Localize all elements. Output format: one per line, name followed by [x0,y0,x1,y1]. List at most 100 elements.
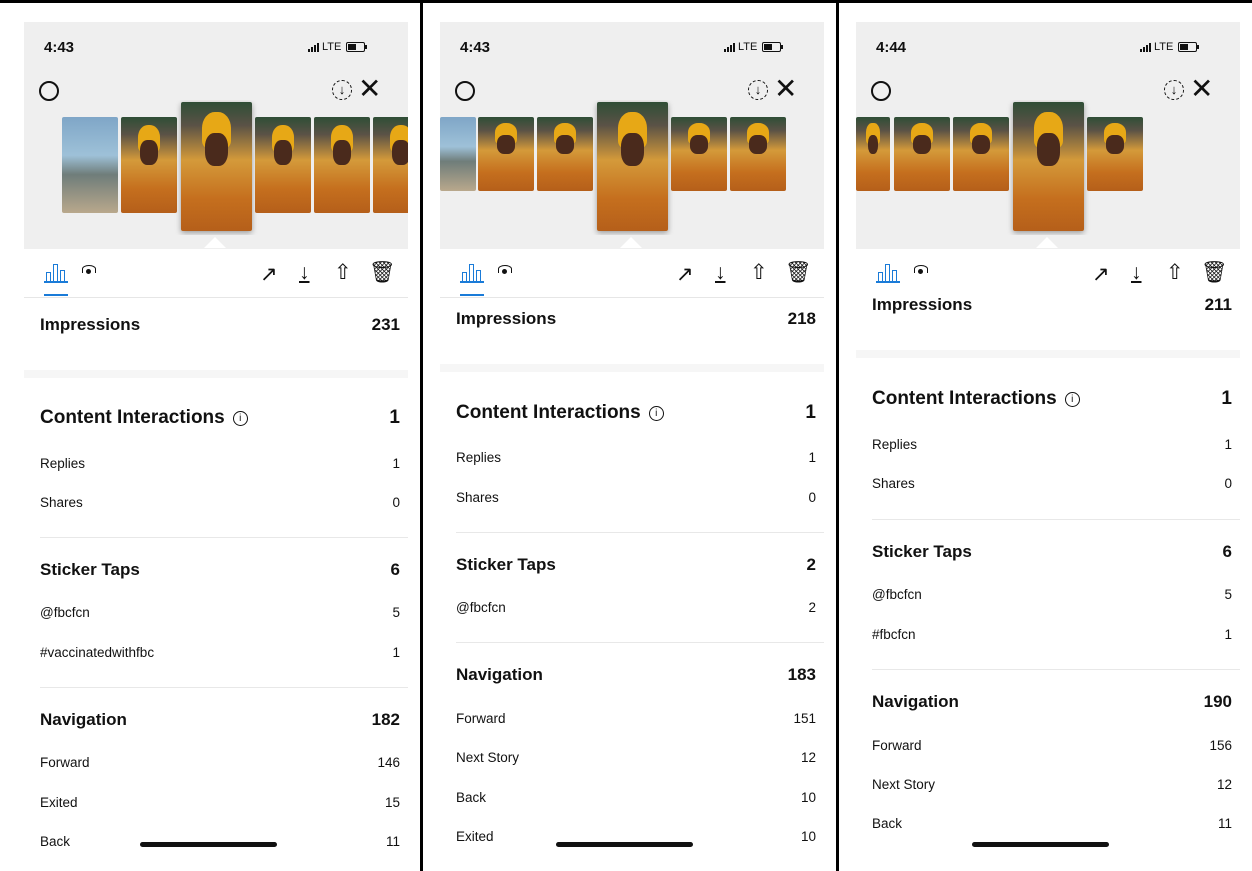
download-circle-icon[interactable]: ↓ [748,80,768,100]
chart-icon-base [460,281,484,283]
close-icon[interactable]: ✕ [1190,75,1213,103]
metric-label: Exited [40,795,78,810]
info-icon[interactable]: i [232,411,248,426]
story-thumbnail[interactable] [537,117,593,191]
signal-icon [724,42,735,52]
download-circle-icon[interactable]: ↓ [1164,80,1184,100]
list-item: Forward 151 [456,711,816,726]
sticker-taps-row: Sticker Taps 6 [872,542,1232,562]
metric-label: @fbcfcn [40,605,90,620]
share-icon[interactable]: ⇧ [750,261,768,285]
home-indicator[interactable] [140,842,277,847]
impressions-value: 218 [787,309,816,328]
metric-value: 11 [385,834,400,849]
home-indicator[interactable] [556,842,693,847]
impressions-value: 211 [1204,295,1232,314]
navigation-value: 190 [1203,692,1232,711]
metric-label: Shares [872,476,915,491]
content-interactions-value: 1 [805,402,816,423]
eye-icon[interactable] [82,265,96,274]
info-icon[interactable]: i [648,406,664,421]
eye-icon[interactable] [498,265,512,274]
gear-icon[interactable] [39,81,59,101]
trash-icon[interactable]: 🗑 [785,261,812,285]
metric-value: 2 [808,600,816,615]
story-thumbnail[interactable] [62,117,118,213]
navigation-value: 182 [371,710,400,729]
metric-label: Replies [872,437,918,452]
bar-chart-icon[interactable] [878,263,897,281]
metric-label: Forward [456,711,506,726]
story-thumbnail[interactable] [440,117,476,191]
section-divider [872,669,1240,670]
insights-toolbar: ↗ ↓ ⇧ 🗑 [440,249,824,297]
battery-icon [346,42,368,52]
story-thumbnail[interactable] [953,117,1009,191]
section-divider [456,642,824,643]
download-circle-icon[interactable]: ↓ [332,80,352,100]
metric-value: 1 [1224,627,1232,642]
story-thumbnail[interactable] [121,117,177,213]
story-thumbnail[interactable] [373,117,408,213]
story-thumbnail[interactable] [314,117,370,213]
story-thumbnail-selected[interactable] [597,102,668,231]
story-thumbnail[interactable] [478,117,534,191]
gear-icon[interactable] [871,81,891,101]
metric-label: #fbcfcn [872,627,916,642]
story-thumbnail[interactable] [255,117,311,213]
list-item: Replies 1 [872,437,1232,452]
info-icon[interactable]: i [1064,392,1080,407]
bar-chart-icon[interactable] [462,263,481,281]
close-icon[interactable]: ✕ [774,75,797,103]
story-thumbnail[interactable] [730,117,786,191]
metric-label: Back [456,790,487,805]
status-bar: LTE [308,41,368,53]
impressions-label: Impressions [456,309,557,328]
metric-value: 0 [392,495,400,510]
metric-label: Next Story [456,750,520,765]
selection-pointer [620,237,642,248]
impressions-row: Impressions 211 [872,295,1232,315]
download-icon[interactable]: ↓ [1131,261,1142,285]
impressions-value: 231 [371,315,400,334]
metric-label: Next Story [872,777,936,792]
insights-toolbar: ↗ ↓ ⇧ 🗑 [856,249,1240,297]
story-thumbnail-selected[interactable] [1013,102,1084,231]
download-icon[interactable]: ↓ [715,261,726,285]
metric-value: 1 [808,450,816,465]
list-item: Next Story 12 [456,750,816,765]
sticker-taps-label: Sticker Taps [40,560,140,579]
metric-label: Exited [456,829,494,844]
list-item: #vaccinatedwithfbc 1 [40,645,400,660]
navigation-row: Navigation 182 [40,710,400,730]
share-icon[interactable]: ⇧ [334,261,352,285]
chart-icon-base [44,281,68,283]
story-thumbnail[interactable] [1087,117,1143,191]
gear-icon[interactable] [455,81,475,101]
toolbar-divider [440,297,824,298]
metric-value: 10 [800,790,816,805]
trash-icon[interactable]: 🗑 [1201,261,1228,285]
close-icon[interactable]: ✕ [358,75,381,103]
download-icon[interactable]: ↓ [299,261,310,285]
story-thumbnail-strip[interactable] [24,100,408,235]
share-icon[interactable]: ⇧ [1166,261,1184,285]
trend-up-icon[interactable]: ↗ [1092,263,1110,287]
story-thumbnail[interactable] [671,117,727,191]
bar-chart-icon[interactable] [46,263,65,281]
story-thumbnail[interactable] [856,117,890,191]
status-bar: LTE [724,41,784,53]
story-thumbnail-selected[interactable] [181,102,252,231]
story-thumbnail-strip[interactable] [440,100,824,235]
list-item: Shares 0 [456,490,816,505]
story-thumbnail-strip[interactable] [856,100,1240,235]
metric-label: @fbcfcn [872,587,922,602]
metric-label: Replies [40,456,86,471]
trash-icon[interactable]: 🗑 [369,261,396,285]
navigation-label: Navigation [40,710,127,729]
story-thumbnail[interactable] [894,117,950,191]
eye-icon[interactable] [914,265,928,274]
trend-up-icon[interactable]: ↗ [676,263,694,287]
home-indicator[interactable] [972,842,1109,847]
trend-up-icon[interactable]: ↗ [260,263,278,287]
